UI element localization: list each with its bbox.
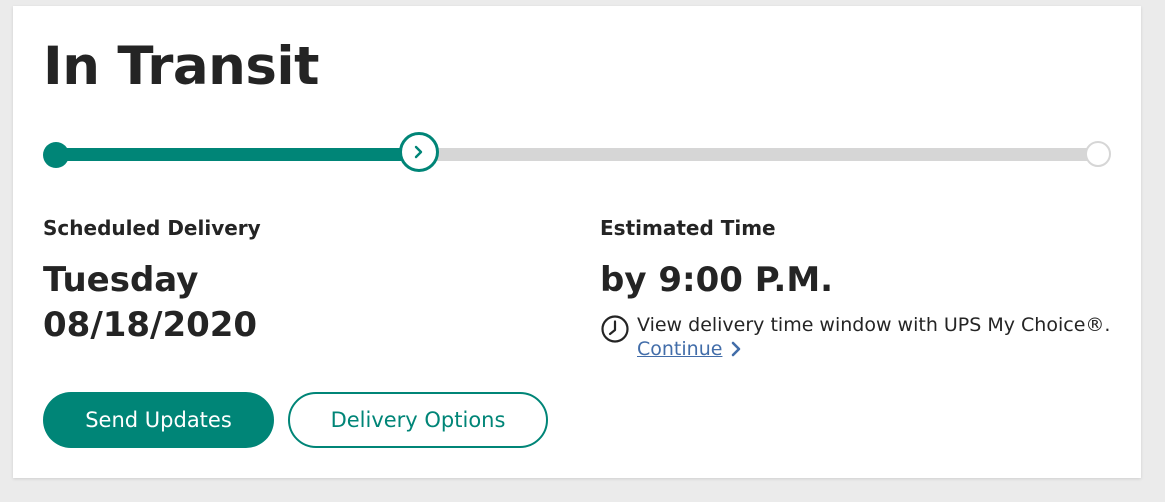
send-updates-button[interactable]: Send Updates (43, 392, 274, 448)
shipment-progress-bar (43, 132, 1111, 178)
delivery-day: Tuesday (43, 260, 199, 300)
estimated-time-label: Estimated Time (600, 216, 776, 240)
progress-fill (55, 148, 420, 161)
status-title: In Transit (43, 36, 319, 97)
scheduled-delivery-label: Scheduled Delivery (43, 216, 261, 240)
continue-link[interactable]: Continue (637, 338, 742, 360)
progress-start-dot (43, 142, 69, 168)
delivery-window-note: View delivery time window with UPS My Ch… (600, 313, 1110, 360)
clock-icon (601, 315, 629, 343)
tracking-card: In Transit Scheduled Delivery Tuesday 08… (13, 6, 1141, 478)
delivery-date: 08/18/2020 (43, 305, 258, 345)
progress-current-marker (399, 132, 440, 172)
continue-link-label: Continue (637, 338, 723, 360)
chevron-right-icon (415, 145, 423, 159)
delivery-options-button[interactable]: Delivery Options (288, 392, 548, 448)
delivery-window-text: View delivery time window with UPS My Ch… (637, 314, 1111, 336)
progress-end-dot (1085, 141, 1111, 167)
estimated-time: by 9:00 P.M. (600, 260, 834, 300)
chevron-right-icon (732, 341, 741, 357)
